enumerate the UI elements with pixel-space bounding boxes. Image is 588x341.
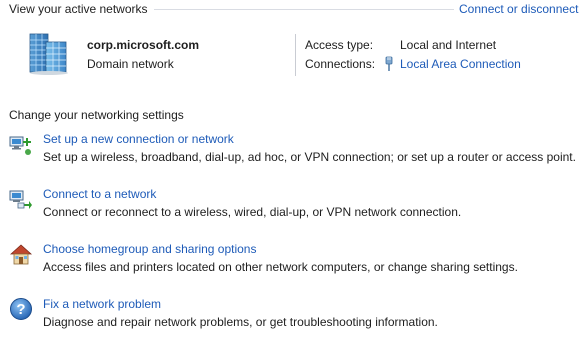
active-networks-header: View your active networks	[9, 2, 454, 16]
networking-settings-heading: Change your networking settings	[9, 108, 184, 122]
task-homegroup: Choose homegroup and sharing options Acc…	[9, 242, 584, 278]
setup-new-connection-link[interactable]: Set up a new connection or network	[43, 132, 234, 146]
section-divider	[153, 8, 454, 10]
connect-or-disconnect-link[interactable]: Connect or disconnect	[459, 2, 578, 16]
choose-homegroup-description: Access files and printers located on oth…	[43, 260, 518, 274]
task-fix-problem: ? Fix a network problem Diagnose and rep…	[9, 297, 584, 333]
svg-text:?: ?	[16, 301, 25, 318]
setup-new-connection-description: Set up a wireless, broadband, dial-up, a…	[43, 150, 576, 164]
choose-homegroup-link[interactable]: Choose homegroup and sharing options	[43, 242, 256, 256]
task-connect-network: Connect to a network Connect or reconnec…	[9, 187, 584, 223]
access-type-value: Local and Internet	[400, 38, 497, 52]
connections-label: Connections:	[305, 57, 376, 71]
connect-to-network-description: Connect or reconnect to a wireless, wire…	[43, 205, 462, 219]
help-icon: ?	[9, 297, 33, 321]
fix-network-problem-description: Diagnose and repair network problems, or…	[43, 315, 438, 329]
network-type: Domain network	[87, 57, 174, 71]
task-new-connection: Set up a new connection or network Set u…	[9, 132, 584, 168]
connect-to-network-link[interactable]: Connect to a network	[43, 187, 156, 201]
access-type-label: Access type:	[305, 38, 374, 52]
vertical-divider	[295, 34, 296, 76]
homegroup-icon	[9, 242, 33, 266]
networking-settings-header: Change your networking settings	[9, 108, 584, 122]
new-connection-icon	[9, 132, 33, 156]
local-area-connection-link[interactable]: Local Area Connection	[400, 57, 521, 71]
fix-network-problem-link[interactable]: Fix a network problem	[43, 297, 161, 311]
active-networks-heading: View your active networks	[9, 2, 148, 16]
ethernet-plug-icon	[383, 56, 395, 72]
building-network-icon	[28, 32, 70, 76]
connect-network-icon	[9, 187, 33, 211]
network-name: corp.microsoft.com	[87, 38, 200, 52]
